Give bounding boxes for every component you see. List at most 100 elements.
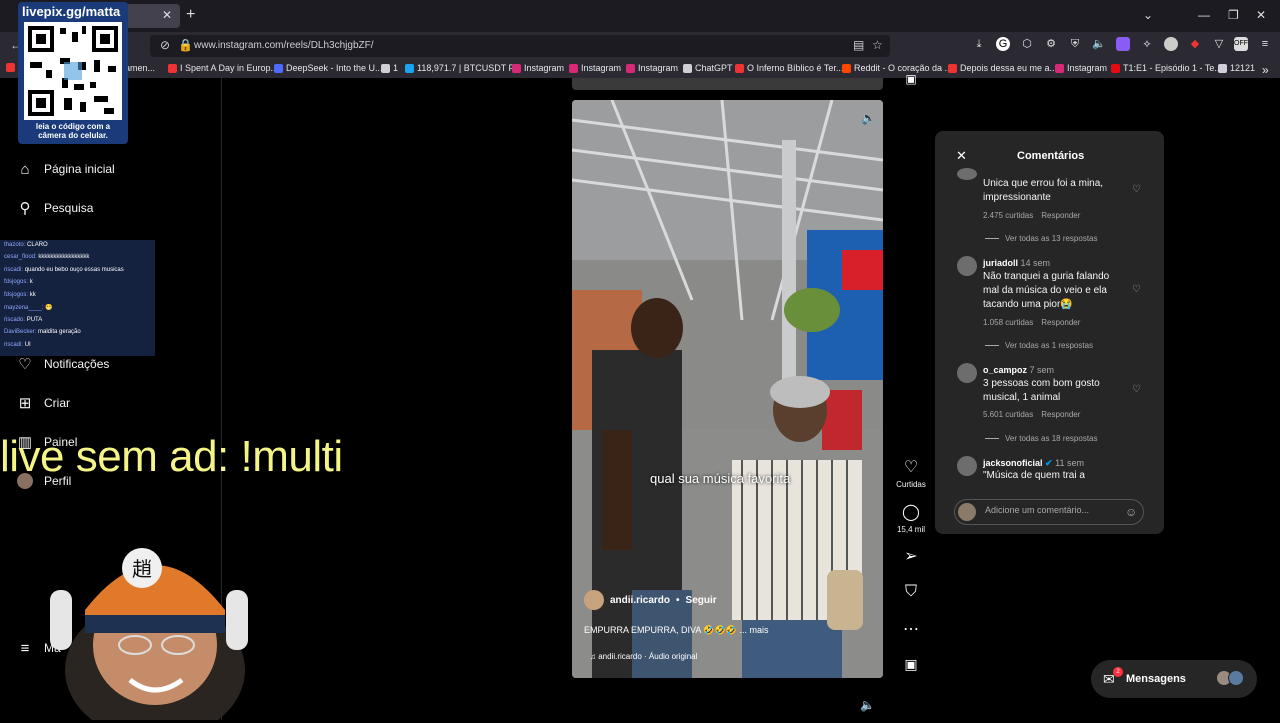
menu-icon[interactable]: ≡: [1258, 37, 1272, 51]
bookmark-icon[interactable]: [6, 63, 15, 72]
url-text[interactable]: www.instagram.com/reels/DLh3chjgbZF/: [194, 40, 374, 51]
messages-label[interactable]: Mensagens: [1126, 673, 1186, 685]
avatar[interactable]: ▣: [900, 72, 922, 86]
like-comment-icon[interactable]: ♡: [1132, 284, 1141, 295]
bookmark-item[interactable]: 118,971.7 | BTCUSDT P...: [405, 63, 521, 73]
message-avatars: [1216, 670, 1246, 688]
shield-icon[interactable]: ⛨: [1068, 37, 1082, 51]
reply-button[interactable]: Responder: [1041, 318, 1080, 327]
like-icon[interactable]: ♡: [900, 457, 922, 477]
webcam-feed: 趙: [30, 520, 265, 723]
close-icon[interactable]: ✕: [956, 148, 967, 164]
bookmark-item[interactable]: Reddit - O coração da ...: [842, 63, 952, 73]
avatar: [584, 590, 604, 610]
more-options-icon[interactable]: ⋯: [900, 619, 922, 639]
comment-count: 15,4 mil: [896, 525, 925, 534]
reply-button[interactable]: Responder: [1041, 211, 1080, 220]
extension-icon[interactable]: ▽: [1212, 37, 1226, 51]
comment-input-box[interactable]: [954, 499, 1144, 525]
extension-icon[interactable]: ⚙: [1044, 37, 1058, 51]
new-tab-icon[interactable]: +: [186, 6, 195, 24]
view-replies-button[interactable]: Ver todas as 13 respostas: [985, 234, 1098, 243]
chat-message: mayzena____: 😬: [4, 305, 53, 311]
save-icon[interactable]: ⛉: [900, 583, 922, 601]
nav-notifications[interactable]: ♡ Notificações: [16, 353, 109, 375]
lock-icon[interactable]: 🔒: [178, 38, 193, 52]
like-comment-icon[interactable]: ♡: [1132, 384, 1141, 395]
mute-icon[interactable]: 🔈: [861, 111, 876, 125]
bookmark-item[interactable]: DeepSeek - Into the U...: [274, 63, 383, 73]
comment-user[interactable]: juriadoll 14 sem: [983, 258, 1050, 268]
speaker-icon[interactable]: 🔈: [1092, 37, 1106, 51]
bookmark-item[interactable]: Instagram: [569, 63, 621, 73]
audio-label[interactable]: ♫ andii.ricardo · Áudio original: [590, 652, 697, 661]
tab-list-icon[interactable]: ⌄: [1143, 8, 1153, 22]
bookmark-star-icon[interactable]: ☆: [872, 38, 883, 52]
avatar: [958, 503, 976, 521]
avatar[interactable]: [957, 168, 977, 180]
comment-icon[interactable]: ◯: [900, 502, 922, 522]
downloads-icon[interactable]: ⤓: [972, 37, 986, 51]
nav-create[interactable]: ⊞ Criar: [16, 392, 70, 414]
minimize-icon[interactable]: —: [1198, 8, 1210, 22]
comment-meta: 2.475 curtidas Responder: [983, 211, 1081, 220]
nav-home[interactable]: ⌂ Página inicial: [16, 158, 114, 180]
extension-off-icon[interactable]: OFF: [1234, 37, 1248, 51]
verified-badge-icon: ✔: [1045, 458, 1053, 468]
home-icon: ⌂: [20, 160, 30, 178]
chat-message: riscadi: quando eu bebo ouço essas music…: [4, 267, 124, 273]
bookmark-item[interactable]: Instagram: [1055, 63, 1107, 73]
qr-caption: leia o código com a câmera do celular.: [35, 122, 111, 140]
reply-button[interactable]: Responder: [1041, 410, 1080, 419]
video-subtitle: qual sua música favorita: [650, 471, 791, 486]
comment-input[interactable]: [985, 505, 1125, 515]
follow-button[interactable]: Seguir: [686, 595, 717, 606]
bookmark-item[interactable]: I Spent A Day in Europ...: [168, 63, 278, 73]
comment-user[interactable]: jacksonoficial ✔ 11 sem: [983, 458, 1084, 469]
extension-icon[interactable]: ◆: [1188, 37, 1202, 51]
chat-message: DaviBecker: maldita geração: [4, 329, 81, 335]
extension-icon[interactable]: ⟡: [1140, 37, 1154, 51]
reel-description[interactable]: EMPURRA EMPURRA, DIVA 🤣🤣🤣 ... mais: [584, 625, 768, 636]
audio-thumbnail[interactable]: ▣: [900, 656, 922, 673]
avatar[interactable]: [957, 256, 977, 276]
avatar[interactable]: [957, 363, 977, 383]
nav-search[interactable]: ⚲ Pesquisa: [16, 197, 94, 219]
live-ad-banner: live sem ad: !multi: [0, 432, 343, 481]
comment-text: "Música de quem trai a: [983, 470, 1085, 481]
extension-icon[interactable]: [1116, 37, 1130, 51]
speaker-icon[interactable]: 🔈: [860, 698, 875, 712]
view-replies-button[interactable]: Ver todas as 18 respostas: [985, 434, 1098, 443]
bookmark-item[interactable]: Instagram: [626, 63, 678, 73]
avatar[interactable]: [957, 456, 977, 476]
bookmark-folder[interactable]: 12121: [1218, 63, 1255, 73]
heart-icon: ♡: [18, 356, 32, 373]
bookmark-item[interactable]: ChatGPT: [683, 63, 733, 73]
reader-view-icon[interactable]: ▤: [853, 38, 864, 52]
create-icon: ⊞: [18, 395, 32, 412]
bookmark-item[interactable]: Instagram: [512, 63, 564, 73]
extension-icon[interactable]: ⬡: [1020, 37, 1034, 51]
permissions-icon[interactable]: ⊘: [160, 38, 170, 52]
comment-user[interactable]: o_campoz 7 sem: [983, 365, 1054, 375]
view-replies-button[interactable]: Ver todas as 1 respostas: [985, 341, 1093, 350]
like-label: Curtidas: [896, 480, 926, 489]
close-tab-icon[interactable]: ✕: [162, 8, 172, 22]
close-window-icon[interactable]: ✕: [1256, 8, 1266, 22]
extension-icon[interactable]: [1164, 37, 1178, 51]
bookmark-item[interactable]: Depois dessa eu me a...: [948, 63, 1057, 73]
bookmark-item[interactable]: T1:E1 - Episódio 1 - Te...: [1111, 63, 1222, 73]
qr-code: [24, 22, 122, 120]
extension-g-icon[interactable]: G: [996, 37, 1010, 51]
emoji-icon[interactable]: ☺: [1125, 505, 1137, 519]
bookmark-item[interactable]: O Inferno Bíblico é Ter...: [735, 63, 843, 73]
like-comment-icon[interactable]: ♡: [1132, 184, 1141, 195]
share-icon[interactable]: ➢: [900, 546, 922, 566]
chat-message: thazoto: CLARO: [4, 242, 48, 248]
reel-author[interactable]: andii.ricardo • Seguir: [584, 590, 717, 610]
chat-message: cesar_flood: kkkkkkkkkkkkkkkkk: [4, 254, 90, 260]
maximize-icon[interactable]: ❐: [1228, 8, 1239, 22]
bookmark-folder[interactable]: 1: [381, 63, 398, 73]
bookmarks-overflow-icon[interactable]: »: [1262, 63, 1269, 77]
comment-meta: 5.601 curtidas Responder: [983, 410, 1081, 419]
